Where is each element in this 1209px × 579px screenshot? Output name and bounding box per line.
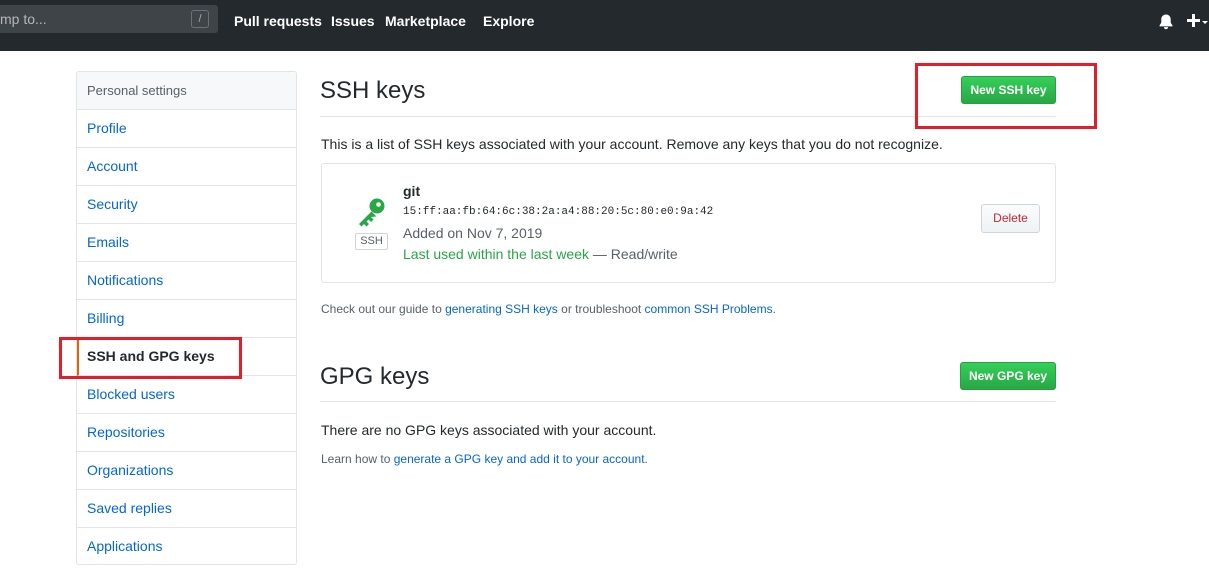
sidebar-item-profile[interactable]: Profile: [77, 110, 296, 148]
annotation-box-ssh-gpg-keys: [59, 337, 242, 379]
generate-gpg-key-link[interactable]: generate a GPG key and add it to your ac…: [394, 452, 645, 466]
create-new-plus-icon[interactable]: [1186, 11, 1209, 31]
ssh-key-usage: Last used within the last week — Read/wr…: [403, 246, 678, 262]
ssh-help-prefix: Check out our guide to: [321, 302, 446, 316]
gpg-help-prefix: Learn how to: [321, 452, 394, 466]
common-ssh-problems-link[interactable]: common SSH Problems: [645, 302, 773, 316]
new-gpg-key-button[interactable]: New GPG key: [960, 362, 1056, 390]
settings-sidebar: Personal settings Profile Account Securi…: [76, 71, 297, 565]
sidebar-heading: Personal settings: [77, 72, 296, 110]
annotation-box-new-ssh-key: [915, 63, 1097, 129]
ssh-keys-heading: SSH keys: [320, 77, 426, 104]
sidebar-item-applications[interactable]: Applications: [77, 528, 296, 564]
ssh-key-title: git: [403, 183, 421, 199]
ssh-key-fingerprint: 15:ff:aa:fb:64:6c:38:2a:a4:88:20:5c:80:e…: [403, 206, 714, 218]
gpg-help-suffix: .: [644, 452, 648, 466]
notification-bell-icon[interactable]: [1157, 13, 1175, 31]
sidebar-item-account[interactable]: Account: [77, 148, 296, 186]
nav-issues[interactable]: Issues: [331, 12, 375, 30]
generating-ssh-keys-link[interactable]: generating SSH keys: [445, 302, 558, 316]
nav-explore[interactable]: Explore: [483, 12, 534, 30]
keyboard-shortcut-slash: /: [191, 10, 209, 28]
gpg-heading-divider: [320, 401, 1056, 402]
sidebar-item-notifications[interactable]: Notifications: [77, 262, 296, 300]
ssh-help-middle: or troubleshoot: [557, 302, 645, 316]
ssh-help-suffix: .: [772, 302, 776, 316]
sidebar-item-security[interactable]: Security: [77, 186, 296, 224]
gpg-help-note: Learn how to generate a GPG key and add …: [321, 451, 648, 467]
sidebar-item-organizations[interactable]: Organizations: [77, 452, 296, 490]
ssh-key-last-used: Last used within the last week: [403, 246, 589, 262]
sidebar-item-saved-replies[interactable]: Saved replies: [77, 490, 296, 528]
sidebar-item-billing[interactable]: Billing: [77, 300, 296, 338]
gpg-empty-message: There are no GPG keys associated with yo…: [321, 422, 657, 438]
search-box[interactable]: /: [0, 5, 218, 33]
nav-marketplace[interactable]: Marketplace: [385, 12, 466, 30]
ssh-key-added-date: Added on Nov 7, 2019: [403, 225, 543, 241]
key-icon: [359, 198, 385, 227]
top-navigation: / Pull requests Issues Marketplace Explo…: [0, 0, 1209, 51]
ssh-key-access: — Read/write: [589, 246, 678, 262]
ssh-key-card: SSH git 15:ff:aa:fb:64:6c:38:2a:a4:88:20…: [321, 163, 1056, 283]
ssh-badge: SSH: [355, 233, 388, 250]
gpg-keys-heading: GPG keys: [320, 363, 430, 390]
delete-ssh-key-button[interactable]: Delete: [981, 204, 1040, 233]
search-input[interactable]: [0, 5, 190, 33]
ssh-keys-description: This is a list of SSH keys associated wi…: [321, 136, 943, 152]
sidebar-item-repositories[interactable]: Repositories: [77, 414, 296, 452]
sidebar-item-emails[interactable]: Emails: [77, 224, 296, 262]
ssh-help-note: Check out our guide to generating SSH ke…: [321, 301, 776, 317]
nav-pull-requests[interactable]: Pull requests: [234, 12, 322, 30]
sidebar-item-blocked-users[interactable]: Blocked users: [77, 376, 296, 414]
